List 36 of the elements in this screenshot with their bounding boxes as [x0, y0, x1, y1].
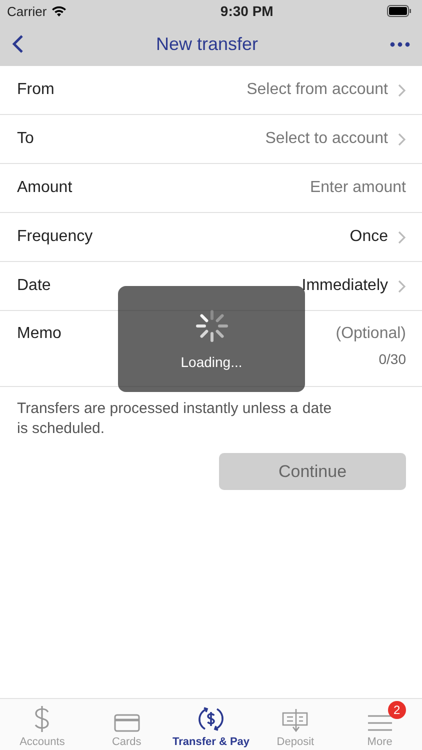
- info-text: Transfers are processed instantly unless a date is scheduled.: [16, 399, 333, 439]
- status-time: 9:30 PM: [220, 3, 274, 19]
- check-deposit-icon: [281, 707, 310, 733]
- wifi-icon: [50, 5, 67, 17]
- carrier-name: Carrier: [7, 4, 47, 18]
- transfer-icon: [197, 705, 226, 733]
- field-value: Immediately: [302, 277, 388, 295]
- loading-text: Loading...: [180, 354, 242, 370]
- notification-badge: 2: [388, 701, 406, 719]
- tab-bar-item[interactable]: Transfer & Pay: [168, 699, 254, 750]
- form-row[interactable]: To Select to account: [0, 115, 422, 164]
- card-icon: [114, 713, 140, 733]
- chevron-icon: [398, 230, 406, 244]
- field-label: Date: [17, 277, 51, 295]
- field-label: Memo: [17, 325, 62, 343]
- chevron-icon: [398, 84, 406, 96]
- back-icon[interactable]: [12, 34, 24, 54]
- form-row[interactable]: Frequency Once: [0, 213, 422, 262]
- menu-icon: [366, 713, 393, 733]
- field-label: To: [17, 130, 34, 148]
- form-row[interactable]: From Select from account: [0, 66, 422, 115]
- tab-bar-item[interactable]: More 2: [338, 699, 422, 750]
- spinner-icon: [194, 308, 230, 344]
- field-placeholder: Select from account: [246, 81, 388, 99]
- amount-field[interactable]: Enter amount: [206, 179, 406, 197]
- field-value: Once: [350, 228, 388, 246]
- battery-icon: [387, 5, 412, 17]
- more-options-icon[interactable]: [390, 42, 410, 46]
- field-placeholder: Select to account: [265, 130, 388, 148]
- chevron-icon: [398, 280, 406, 292]
- field-label: Amount: [17, 179, 72, 197]
- screen-title: New transfer: [156, 34, 258, 54]
- field-label: Frequency: [17, 228, 93, 246]
- field-label: From: [17, 81, 54, 99]
- character-counter: 0/30: [378, 351, 406, 367]
- chevron-icon: [398, 132, 406, 146]
